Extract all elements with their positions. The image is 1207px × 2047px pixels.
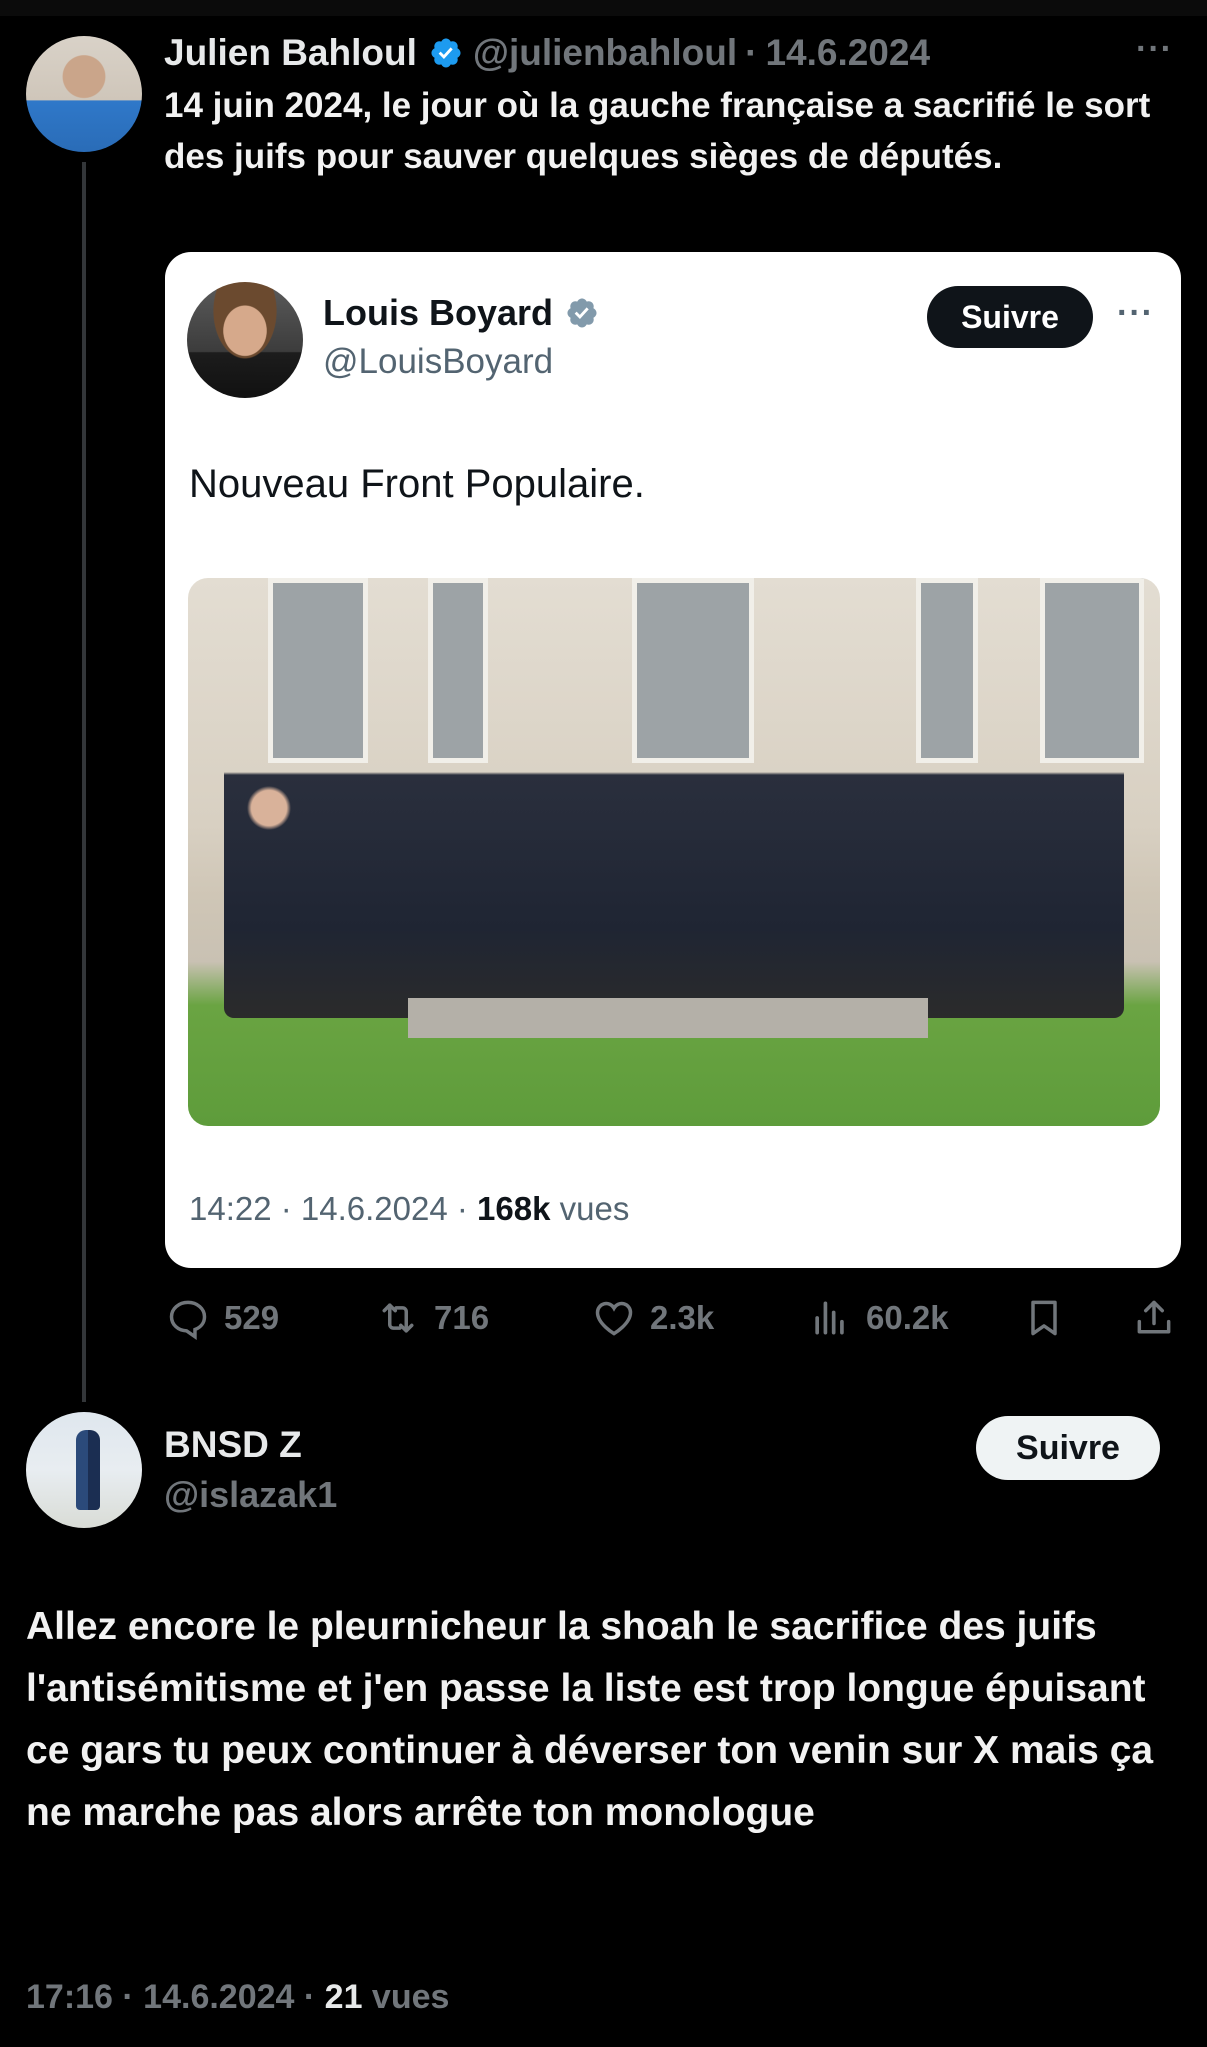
verified-badge-icon	[431, 38, 461, 68]
reply-timestamp[interactable]: 17:16 · 14.6.2024 ·	[26, 1978, 325, 2016]
follow-button[interactable]: Suivre	[927, 286, 1093, 348]
reply-views-count: 21	[324, 1978, 363, 2016]
quoted-views-count: 168k	[477, 1190, 551, 1227]
like-count: 2.3k	[650, 1299, 715, 1336]
share-button[interactable]	[1132, 1290, 1176, 1346]
repost-button[interactable]: 716	[376, 1290, 489, 1346]
like-icon	[595, 1301, 633, 1336]
repost-icon	[382, 1303, 414, 1333]
more-options-icon[interactable]: ···	[1136, 32, 1173, 66]
author-name[interactable]: Julien Bahloul	[164, 32, 417, 74]
bookmark-button[interactable]	[1022, 1290, 1066, 1346]
quoted-author-name[interactable]: Louis Boyard	[323, 292, 553, 334]
status-bar-strip	[0, 0, 1207, 16]
thread-connector-line	[82, 162, 86, 1402]
views-button[interactable]: 60.2k	[808, 1290, 949, 1346]
photo-crowd	[224, 718, 1124, 1018]
reply-text: Allez encore le pleurnicheur la shoah le…	[26, 1605, 1154, 1834]
follow-button[interactable]: Suivre	[976, 1416, 1160, 1480]
reply-author-name[interactable]: BNSD Z	[164, 1424, 302, 1466]
avatar-bnsd-z[interactable]	[26, 1412, 142, 1528]
avatar-louis-boyard[interactable]	[187, 282, 303, 398]
photo-steps	[408, 998, 928, 1038]
tweet-text: 14 juin 2024, le jour où la gauche franç…	[164, 86, 1151, 176]
quoted-tweet-text: Nouveau Front Populaire.	[189, 462, 645, 506]
views-count: 60.2k	[866, 1299, 949, 1336]
bookmark-icon	[1031, 1300, 1057, 1336]
reply-author-handle[interactable]: @islazak1	[164, 1474, 337, 1516]
reply-icon	[169, 1300, 207, 1340]
share-icon	[1137, 1300, 1171, 1334]
more-options-icon[interactable]: ···	[1117, 296, 1154, 330]
quoted-tweet-meta: 14:22 · 14.6.2024 · 168k vues	[189, 1190, 629, 1228]
quoted-views-label: vues	[550, 1190, 630, 1227]
group-photo[interactable]	[188, 578, 1160, 1126]
repost-count: 716	[434, 1299, 490, 1336]
quoted-author-handle[interactable]: @LouisBoyard	[323, 342, 553, 382]
quoted-timestamp[interactable]: 14:22 · 14.6.2024 ·	[189, 1190, 477, 1227]
reply-meta: 17:16 · 14.6.2024 · 21 vues	[26, 1978, 449, 2017]
header-separator: ·	[745, 32, 758, 73]
avatar-julien-bahloul[interactable]	[26, 36, 142, 152]
reply-count: 529	[224, 1299, 280, 1336]
reply-views-label: vues	[362, 1978, 450, 2016]
like-button[interactable]: 2.3k	[592, 1290, 714, 1346]
views-icon	[815, 1301, 844, 1335]
quoted-author: Louis Boyard	[323, 292, 609, 334]
verified-badge-icon	[567, 298, 597, 328]
tweet-header: Julien Bahloul @julienbahloul · 14.6.202…	[164, 28, 930, 78]
tweet-date[interactable]: 14.6.2024	[765, 32, 930, 74]
quoted-tweet-card[interactable]: Louis Boyard @LouisBoyard Suivre ··· Nou…	[165, 252, 1181, 1268]
reply-button[interactable]: 529	[166, 1290, 279, 1346]
author-handle[interactable]: @julienbahloul	[473, 32, 737, 74]
